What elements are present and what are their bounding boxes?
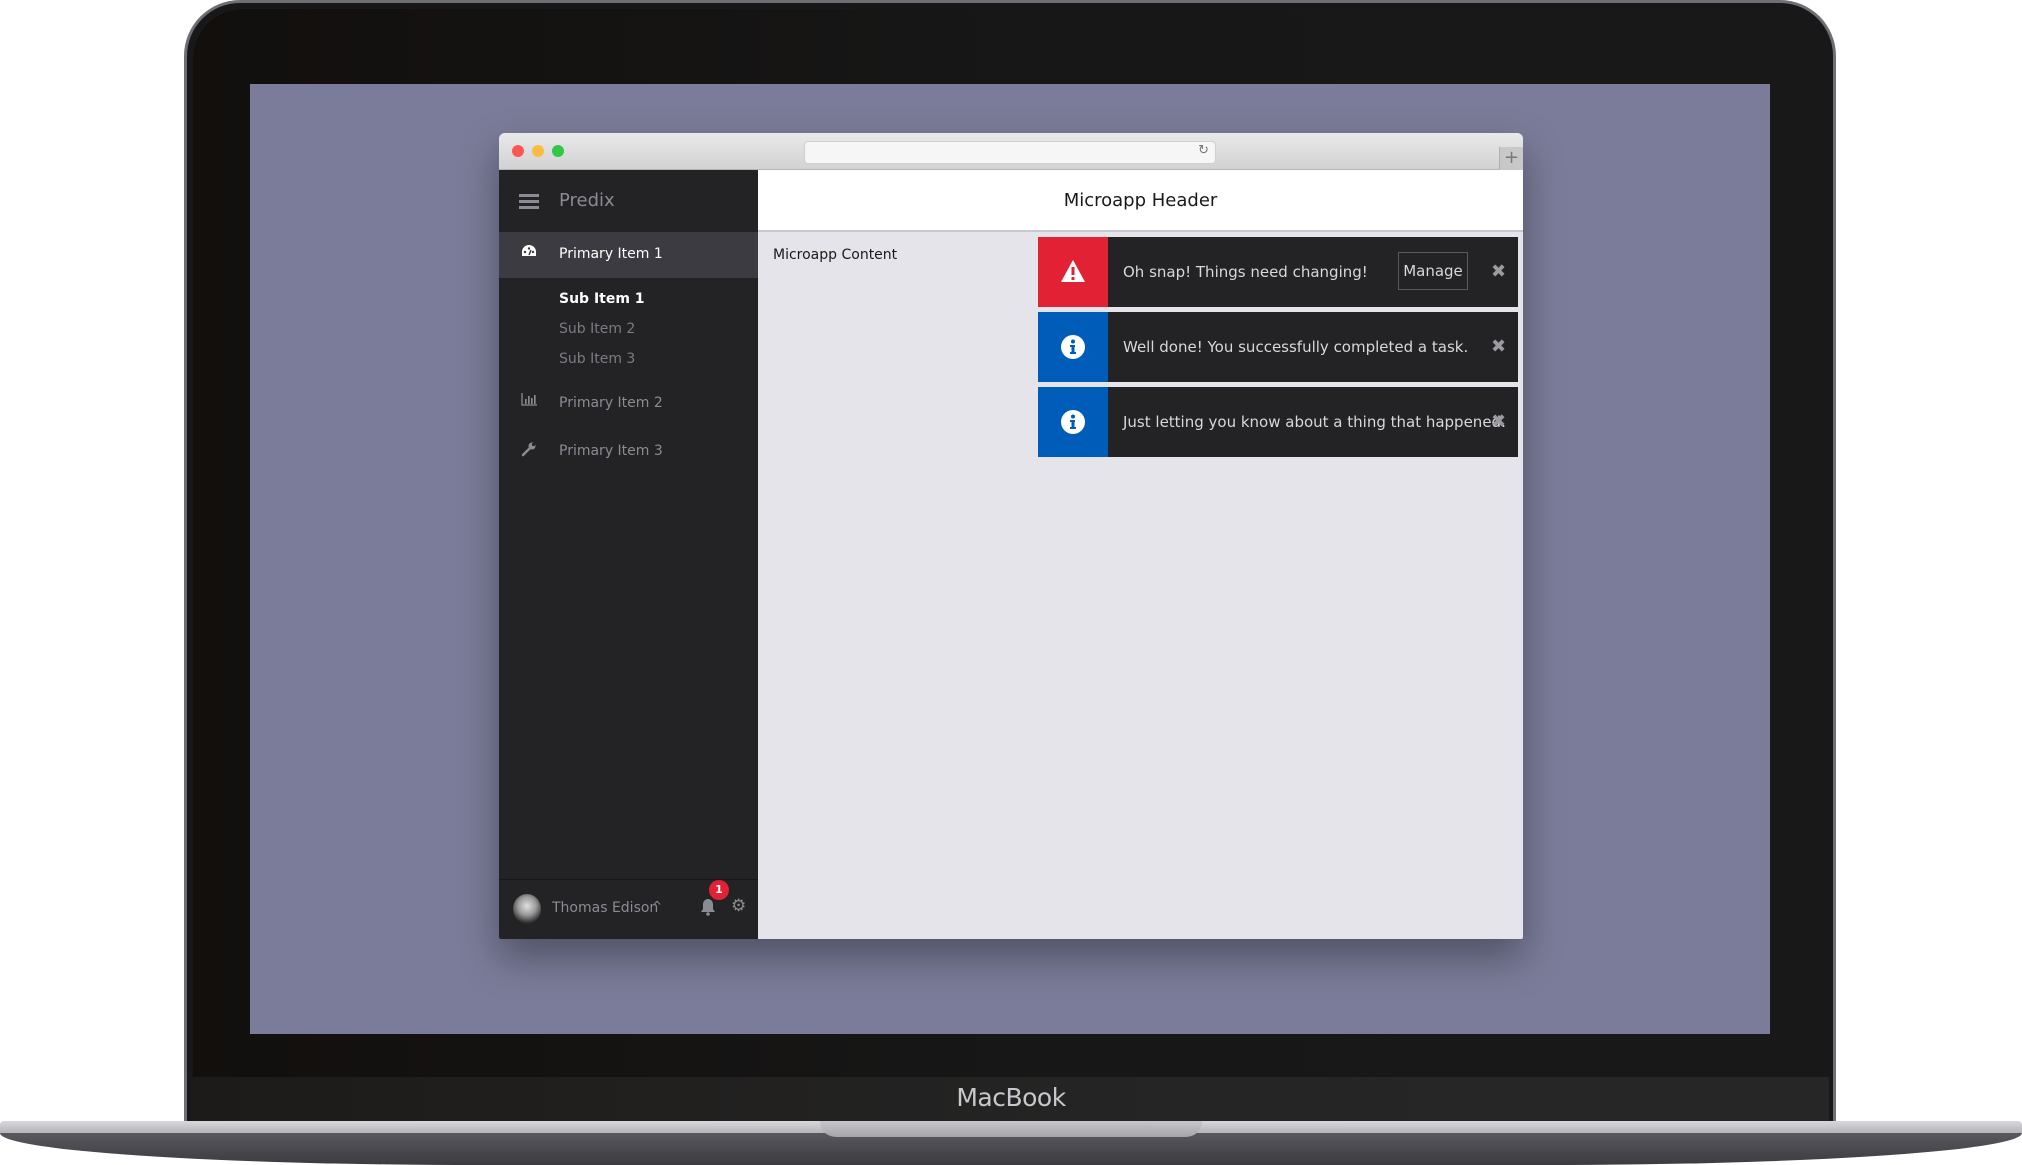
browser-titlebar: ↻ + — [499, 133, 1523, 170]
toast-info: Well done! You successfully completed a … — [1038, 312, 1518, 382]
sidebar-subitem-1[interactable]: Sub Item 1 — [559, 291, 645, 307]
notification-badge: 1 — [709, 880, 729, 900]
laptop-mockup: MacBook ↻ + Predix Primary Item 1 Sub It… — [0, 0, 2022, 1165]
maximize-window-button[interactable] — [552, 145, 564, 157]
sidebar-item-primary-1[interactable]: Primary Item 1 — [499, 232, 758, 278]
minimize-window-button[interactable] — [532, 145, 544, 157]
toast-message: Well done! You successfully completed a … — [1123, 338, 1469, 356]
toast-icon-area — [1038, 387, 1108, 457]
sidebar: Predix Primary Item 1 Sub Item 1 Sub Ite… — [499, 170, 758, 939]
bar-chart-icon — [520, 393, 538, 410]
sidebar-subitem-2[interactable]: Sub Item 2 — [559, 321, 635, 337]
avatar[interactable] — [513, 894, 541, 924]
page-title: Microapp Header — [1063, 190, 1218, 211]
sidebar-item-primary-3[interactable]: Primary Item 3 — [499, 429, 758, 475]
device-label: MacBook — [956, 1083, 1066, 1112]
sidebar-item-label: Primary Item 2 — [559, 395, 663, 411]
user-name[interactable]: Thomas Edison — [552, 900, 658, 916]
microapp-header: Microapp Header — [758, 170, 1523, 232]
microapp-content-label: Microapp Content — [773, 247, 898, 263]
new-tab-button[interactable]: + — [1499, 147, 1523, 170]
gear-icon[interactable]: ⚙ — [731, 896, 746, 916]
chevron-up-icon[interactable]: ^ — [652, 899, 662, 913]
address-bar[interactable]: ↻ — [804, 141, 1216, 164]
close-icon[interactable]: ✖ — [1491, 336, 1506, 357]
toast-icon-area — [1038, 237, 1108, 307]
close-icon[interactable]: ✖ — [1491, 411, 1506, 432]
toast-message: Just letting you know about a thing that… — [1123, 413, 1506, 431]
close-icon[interactable]: ✖ — [1491, 261, 1506, 282]
dashboard-icon — [520, 244, 538, 262]
toast-info: Just letting you know about a thing that… — [1038, 387, 1518, 457]
wrench-icon — [520, 441, 538, 461]
sidebar-subitem-3[interactable]: Sub Item 3 — [559, 351, 635, 367]
sidebar-item-label: Primary Item 1 — [559, 246, 663, 262]
browser-window: ↻ + Predix Primary Item 1 Sub Item 1 Sub… — [499, 133, 1523, 939]
info-icon — [1061, 335, 1085, 359]
toast-message: Oh snap! Things need changing! — [1123, 263, 1368, 281]
close-window-button[interactable] — [512, 145, 524, 157]
reload-icon[interactable]: ↻ — [1198, 143, 1209, 158]
sidebar-item-primary-2[interactable]: Primary Item 2 — [499, 381, 758, 427]
sidebar-footer: Thomas Edison ^ 1 ⚙ — [499, 879, 758, 939]
toast-icon-area — [1038, 312, 1108, 382]
laptop-base — [0, 1133, 2022, 1165]
bell-icon[interactable] — [700, 898, 716, 916]
toast-error: Oh snap! Things need changing! Manage ✖ — [1038, 237, 1518, 307]
sidebar-item-label: Primary Item 3 — [559, 443, 663, 459]
laptop-notch — [820, 1121, 1202, 1137]
warning-icon — [1061, 260, 1085, 282]
manage-button[interactable]: Manage — [1398, 252, 1468, 290]
hamburger-menu-icon[interactable] — [519, 194, 539, 210]
brand-name: Predix — [559, 190, 615, 211]
info-icon — [1061, 410, 1085, 434]
sidebar-brand: Predix — [499, 170, 758, 232]
